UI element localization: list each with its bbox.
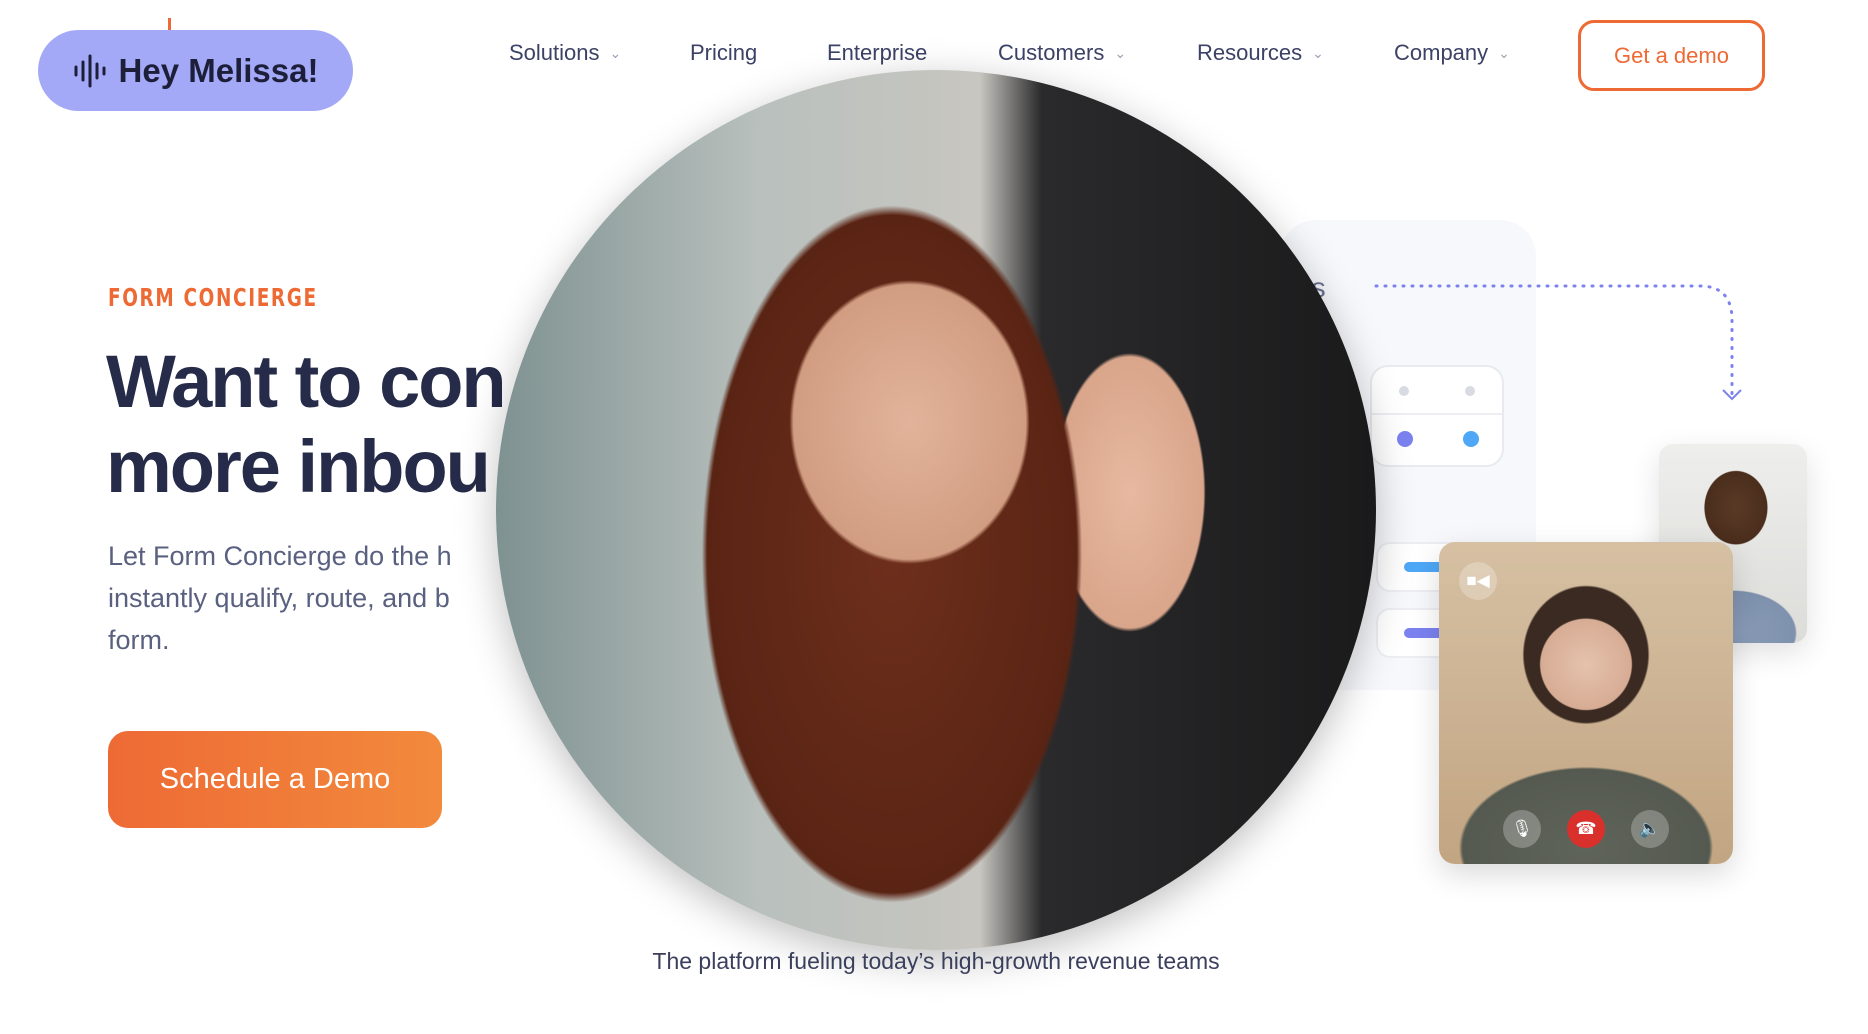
get-a-demo-button[interactable]: Get a demo (1578, 20, 1765, 91)
chevron-down-icon: ⌄ (1498, 44, 1510, 61)
main-video-tile: ■◀ 🎙 ☎ 🔈 (1439, 542, 1733, 864)
nav-label: Company (1394, 40, 1489, 65)
brand-label: Hey Melissa! (118, 51, 319, 89)
nav-resources[interactable]: Resources ⌄ (1197, 40, 1324, 66)
nav-company[interactable]: Company ⌄ (1394, 40, 1510, 66)
nav-label: Resources (1197, 40, 1303, 65)
body-line-1: Let Form Concierge do the h (108, 541, 452, 571)
schedule-demo-button[interactable]: Schedule a Demo (108, 731, 442, 828)
video-camera-icon[interactable]: ■◀ (1459, 562, 1497, 600)
trust-caption: The platform fueling today’s high-growth… (652, 948, 1220, 974)
hero-avatar-video (496, 70, 1376, 950)
eyebrow-label: FORM CONCIERGE (108, 283, 318, 312)
audio-wave-icon (74, 54, 106, 87)
nav-label: Enterprise (827, 40, 928, 65)
speaker-icon[interactable]: 🔈 (1631, 810, 1669, 848)
nav-customers[interactable]: Customers ⌄ (998, 40, 1126, 66)
hang-up-icon[interactable]: ☎ (1567, 810, 1605, 848)
nav-enterprise[interactable]: Enterprise (827, 40, 927, 66)
nav-pricing[interactable]: Pricing (690, 40, 757, 66)
nav-label: Customers (998, 40, 1105, 65)
chevron-down-icon: ⌄ (609, 44, 622, 61)
nav-solutions[interactable]: Solutions ⌄ (509, 40, 621, 66)
illustration-grid (1370, 365, 1504, 467)
headline-line-2: more inbou (106, 425, 491, 508)
body-line-2: instantly qualify, route, and b (108, 583, 450, 613)
chevron-down-icon: ⌄ (1312, 44, 1324, 61)
nav-label: Pricing (690, 40, 758, 65)
chevron-down-icon: ⌄ (1114, 44, 1127, 61)
headline-line-1: Want to con (106, 340, 507, 423)
nav-label: Solutions (509, 40, 600, 65)
body-line-3: form. (108, 625, 170, 655)
hey-melissa-logo-button[interactable]: Hey Melissa! (38, 30, 353, 111)
mic-muted-icon[interactable]: 🎙 (1503, 810, 1541, 848)
